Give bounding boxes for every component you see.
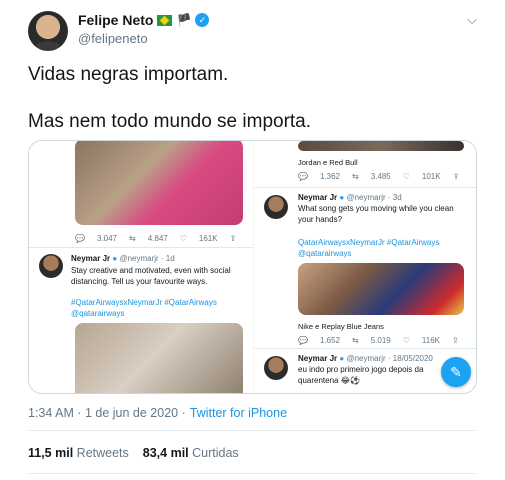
tweet-source[interactable]: Twitter for iPhone <box>190 406 287 420</box>
reply-count: 1.362 <box>319 172 340 181</box>
retweet-icon: ⇆ <box>129 234 136 243</box>
verified-icon: ● <box>339 193 345 202</box>
share-icon: ⇪ <box>452 172 460 181</box>
share-icon: ⇪ <box>452 336 459 345</box>
author-name[interactable]: Felipe Neto <box>78 12 153 28</box>
embedded-handle: @neymarjr · 3d <box>346 193 402 202</box>
verified-icon: ● <box>339 354 345 363</box>
photo-room <box>75 323 243 393</box>
verified-icon: ● <box>112 254 118 263</box>
embedded-post-head: Neymar Jr ● @neymarjr · 1d <box>71 254 175 263</box>
embedded-screenshot-left: 💬 3.047 ⇆ 4.847 ♡ 161K ⇪ Neymar Jr ● @neyma… <box>29 141 253 393</box>
like-count: 116K <box>421 336 440 345</box>
like-icon: ♡ <box>179 234 187 243</box>
author-row: Felipe Neto 🏴 ✓ <box>78 12 210 28</box>
likes-label: Curtidas <box>192 446 239 460</box>
tweet: Felipe Neto 🏴 ✓ @felipeneto ⌵ Vidas negr… <box>0 0 505 480</box>
embedded-actions: 💬 1.652 ⇆ 5.019 ♡ 116K ⇪ <box>298 336 459 345</box>
embedded-handle: @neymarjr · 1d <box>119 254 175 263</box>
retweet-icon: ⇆ <box>352 336 359 345</box>
separator <box>29 247 253 248</box>
retweets-stat[interactable]: 11,5 mil Retweets <box>28 446 129 460</box>
embedded-avatar <box>39 254 63 278</box>
embedded-screenshot-right: Jordan e Red Bull 💬 1.362 ⇆ 3.485 ♡ 101K ⇪ … <box>254 141 476 393</box>
tweet-meta: 1:34 AM · 1 de jun de 2020 · Twitter for… <box>28 406 287 420</box>
embedded-post-head: Neymar Jr ● @neymarjr · 18/05/2020 <box>298 354 433 363</box>
black-flag-icon: 🏴 <box>176 13 192 27</box>
tweet-text-line-2: Mas nem todo mundo se importa. <box>28 111 312 132</box>
like-count: 161K <box>198 234 218 243</box>
like-icon: ♡ <box>402 172 410 181</box>
divider <box>28 473 477 474</box>
reply-count: 3.047 <box>96 234 117 243</box>
tweet-timestamp[interactable]: 1:34 AM · 1 de jun de 2020 · <box>28 406 186 420</box>
attached-image[interactable]: 💬 3.047 ⇆ 4.847 ♡ 161K ⇪ Neymar Jr ● @neyma… <box>28 140 477 394</box>
retweet-count: 5.019 <box>370 336 391 345</box>
embedded-post-head: Neymar Jr ● @neymarjr · 3d <box>298 193 402 202</box>
reply-icon: 💬 <box>298 336 308 345</box>
reply-icon: 💬 <box>298 172 308 181</box>
compose-tweet-button[interactable]: ✎ <box>441 357 471 387</box>
retweet-count: 3.485 <box>370 172 391 181</box>
author-handle[interactable]: @felipeneto <box>78 31 148 46</box>
likes-stat[interactable]: 83,4 mil Curtidas <box>143 446 239 460</box>
likes-count: 83,4 mil <box>142 446 189 460</box>
divider <box>28 430 477 431</box>
embedded-avatar <box>264 195 288 219</box>
embedded-post-links: #QatarAirwaysxNeymarJr #QatarAirways @qa… <box>71 298 217 318</box>
avatar[interactable] <box>28 11 68 51</box>
embedded-post-links: QatarAirwaysxNeymarJr #QatarAirways @qat… <box>298 238 440 258</box>
like-icon: ♡ <box>402 336 410 345</box>
photo-pink-suit <box>75 141 243 225</box>
embedded-handle: @neymarjr · 18/05/2020 <box>346 354 433 363</box>
embedded-post-text: eu indo pro primeiro jogo depois da quar… <box>298 365 424 385</box>
reply-icon: 💬 <box>75 234 85 243</box>
brazil-flag-icon <box>157 14 173 26</box>
like-count: 101K <box>421 172 441 181</box>
embedded-avatar <box>264 356 288 380</box>
share-icon: ⇪ <box>229 234 237 243</box>
photo-top-strip <box>298 141 464 151</box>
photo-colorful-shirt <box>298 263 464 315</box>
tweet-stats: 11,5 mil Retweets 83,4 mil Curtidas <box>28 446 239 460</box>
tweet-text-line-1: Vidas negras importam. <box>28 64 229 85</box>
caption-top: Jordan e Red Bull <box>298 158 358 167</box>
verified-icon: ✓ <box>195 13 210 27</box>
embedded-actions: 💬 1.362 ⇆ 3.485 ♡ 101K ⇪ <box>298 172 459 181</box>
embedded-name: Neymar Jr <box>298 354 338 363</box>
retweets-label: Retweets <box>76 446 129 460</box>
reply-count: 1.652 <box>319 336 340 345</box>
separator <box>254 187 476 188</box>
embedded-post-text: Stay creative and motivated, even with s… <box>71 266 231 286</box>
retweet-icon: ⇆ <box>352 172 359 181</box>
chevron-down-icon[interactable]: ⌵ <box>467 12 477 28</box>
caption-mid: Nike e Replay Blue Jeans <box>298 322 384 331</box>
embedded-name: Neymar Jr <box>298 193 338 202</box>
retweet-count: 4.847 <box>147 234 168 243</box>
embedded-actions: 💬 3.047 ⇆ 4.847 ♡ 161K ⇪ <box>75 234 236 243</box>
retweets-count: 11,5 mil <box>28 446 74 460</box>
embedded-name: Neymar Jr <box>71 254 111 263</box>
separator <box>254 348 476 349</box>
embedded-post-text: What song gets you moving while you clea… <box>298 204 454 224</box>
